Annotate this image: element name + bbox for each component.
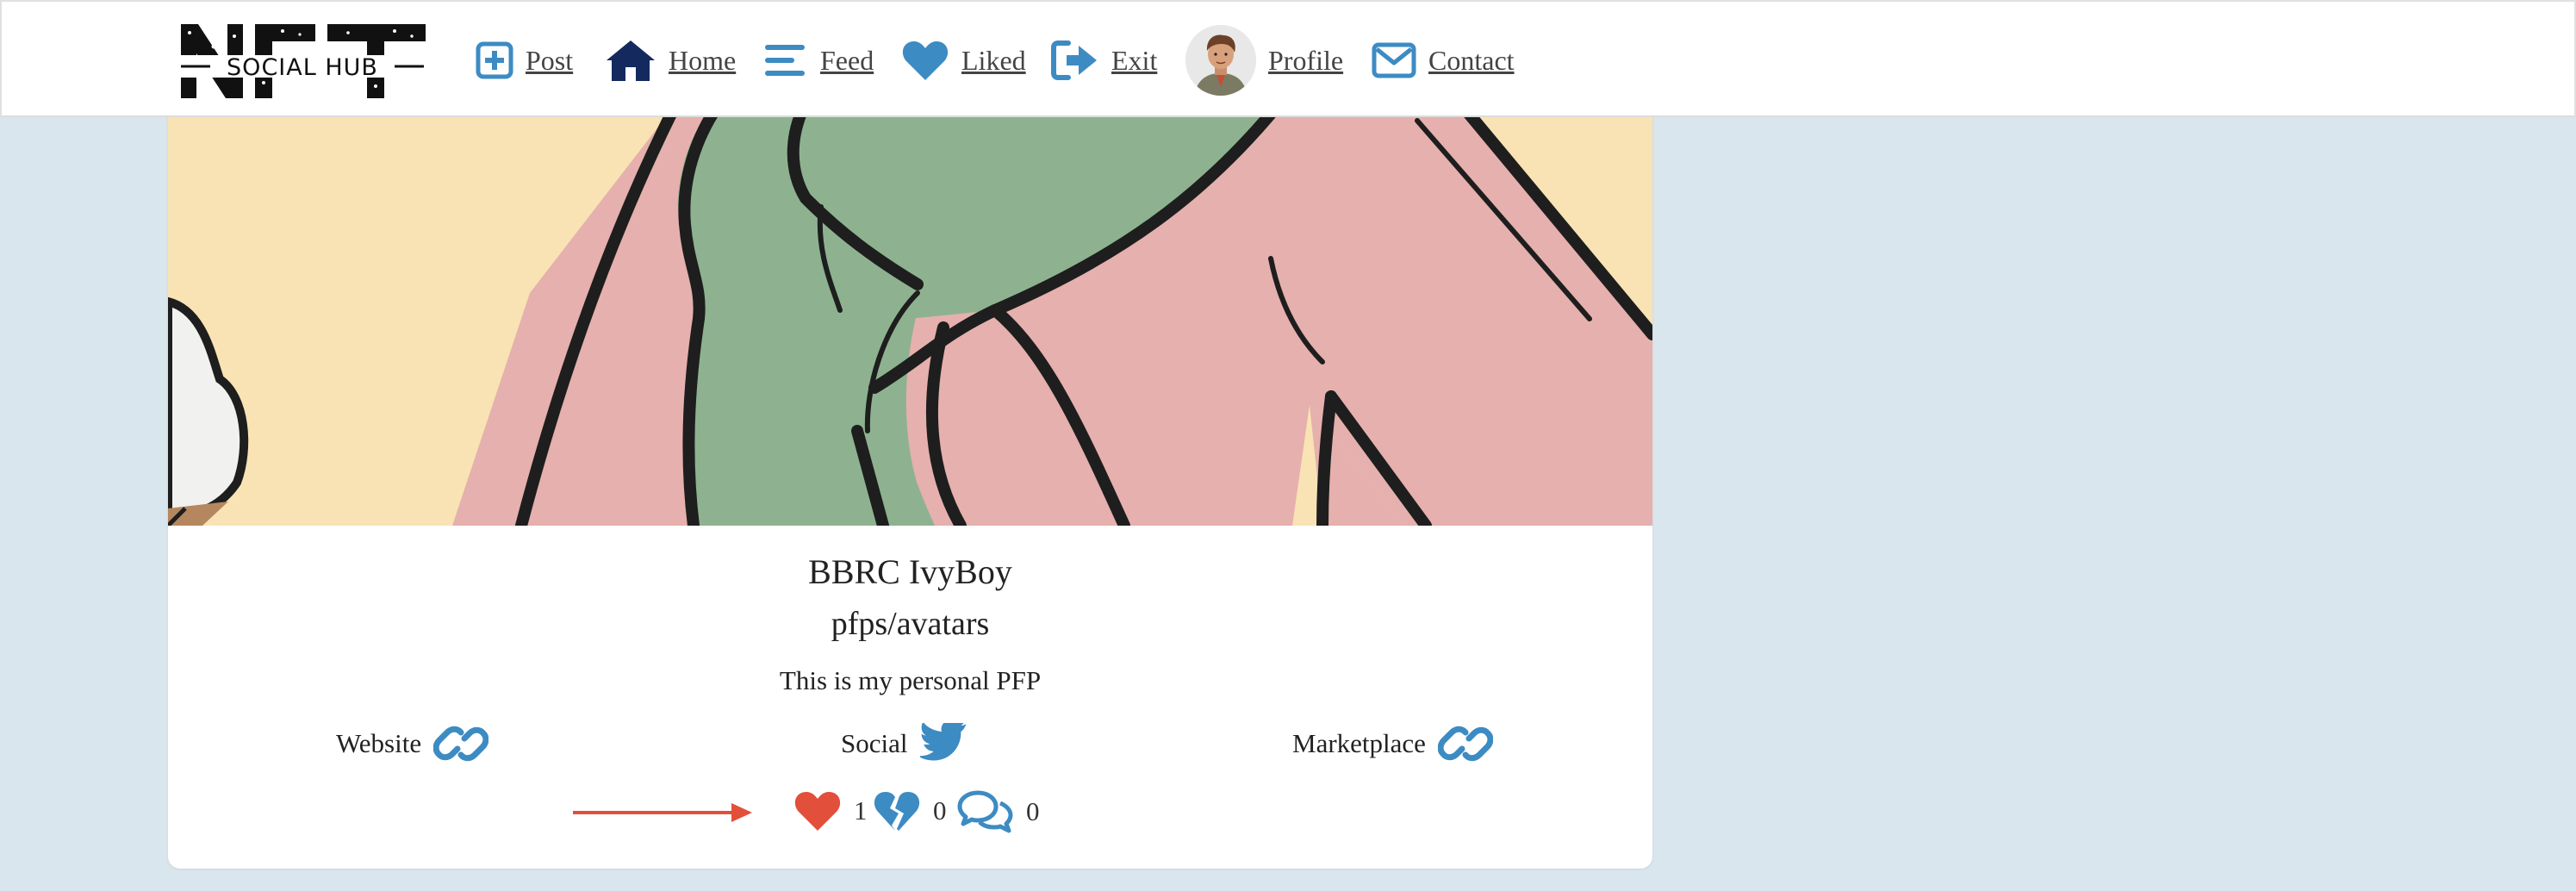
marketplace-link[interactable]: Marketplace	[1292, 713, 1493, 774]
nav-exit-label: Exit	[1111, 44, 1158, 76]
dislike-stat: 0	[873, 789, 947, 832]
nft-category: pfps/avatars	[831, 606, 990, 642]
comments-icon[interactable]	[957, 789, 1014, 834]
nav-contact-label: Contact	[1428, 44, 1515, 76]
comment-stat: 0	[957, 789, 1040, 834]
dislike-count: 0	[933, 795, 947, 826]
nft-description: This is my personal PFP	[779, 665, 1042, 695]
nav-feed-link[interactable]: Feed	[763, 26, 874, 95]
like-count: 1	[854, 795, 868, 826]
comment-count: 0	[1026, 796, 1040, 826]
link-icon[interactable]	[433, 721, 489, 766]
nav-liked-label: Liked	[961, 44, 1026, 76]
avatar	[1185, 25, 1256, 96]
nft-artwork-image[interactable]	[168, 103, 1652, 526]
nft-social-hub-logo[interactable]: SOCIAL HUB	[179, 21, 426, 102]
nav-home-link[interactable]: Home	[605, 26, 736, 95]
nav-contact-link[interactable]: Contact	[1372, 26, 1515, 95]
website-label: Website	[336, 728, 422, 758]
home-icon	[605, 38, 656, 83]
marketplace-label: Marketplace	[1292, 728, 1426, 758]
like-stat: 1	[793, 789, 868, 832]
arrow-right-icon	[573, 800, 754, 830]
twitter-icon[interactable]	[919, 723, 968, 764]
nav-exit-link[interactable]: Exit	[1051, 26, 1157, 95]
social-label: Social	[841, 728, 908, 758]
envelope-icon	[1372, 41, 1416, 79]
nav-profile-label: Profile	[1268, 44, 1344, 76]
top-navbar: SOCIAL HUB Post Home Feed Liked Exit Pro…	[0, 0, 2576, 117]
engagement-stats: 1 0 0	[168, 784, 1652, 839]
social-link[interactable]: Social	[841, 713, 968, 774]
logo-subtitle: SOCIAL HUB	[227, 54, 378, 81]
nft-title: BBRC IvyBoy	[808, 552, 1012, 591]
website-link[interactable]: Website	[336, 713, 489, 774]
nav-profile-link[interactable]: Profile	[1185, 25, 1344, 96]
nav-home-label: Home	[669, 44, 737, 76]
bars-icon	[763, 41, 808, 79]
heart-broken-icon[interactable]	[873, 789, 921, 832]
card-body: BBRC IvyBoy pfps/avatars This is my pers…	[168, 526, 1652, 869]
nav-post-label: Post	[526, 44, 574, 76]
heart-icon	[901, 39, 949, 82]
nft-post-card: BBRC IvyBoy pfps/avatars This is my pers…	[168, 103, 1652, 869]
sign-out-icon	[1051, 38, 1099, 83]
heart-icon[interactable]	[793, 789, 842, 832]
nav-post-link[interactable]: Post	[476, 26, 573, 95]
nav-liked-link[interactable]: Liked	[901, 26, 1026, 95]
link-icon[interactable]	[1437, 721, 1493, 766]
plus-square-icon	[476, 40, 513, 81]
nav-feed-label: Feed	[820, 44, 874, 76]
